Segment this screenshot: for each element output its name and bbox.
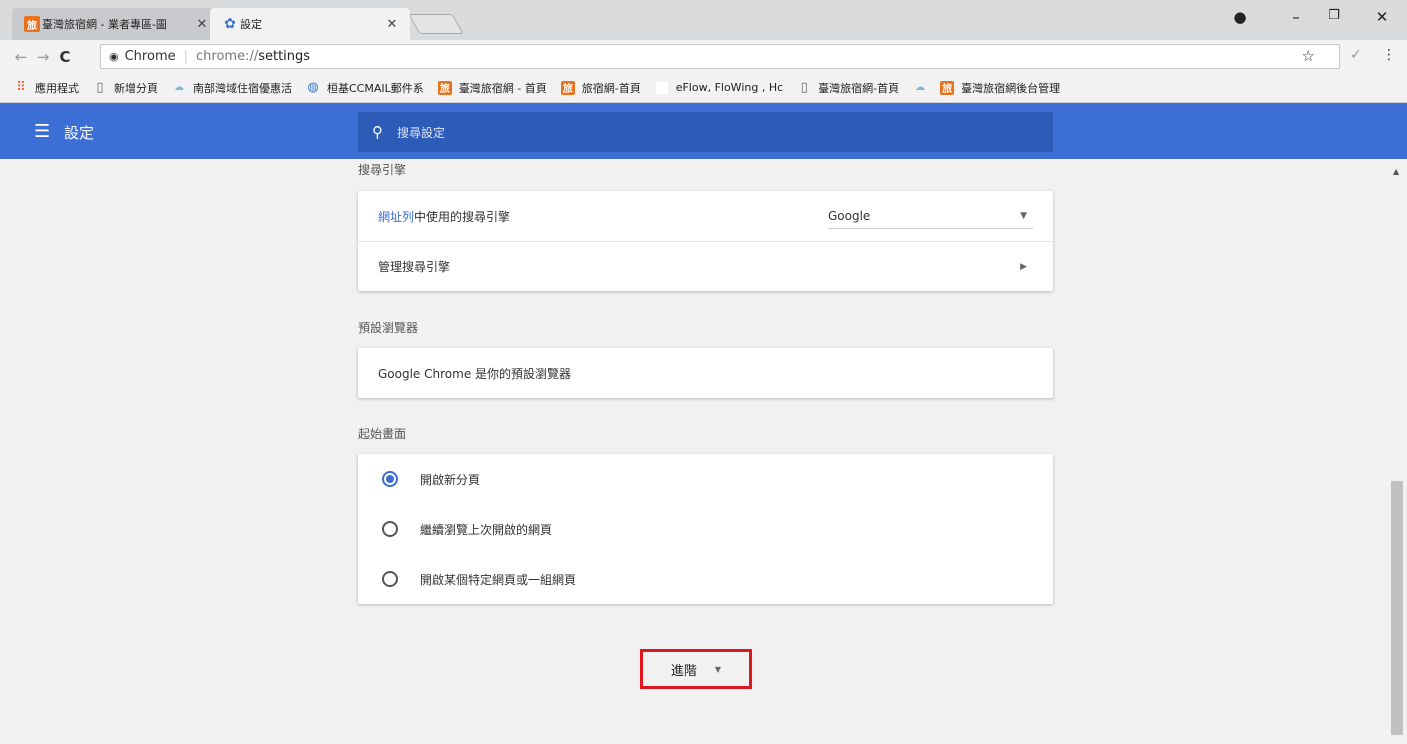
- toolbar: ← → C ◉ Chrome | chrome://settings ☆: [0, 40, 1407, 73]
- reload-button[interactable]: C: [54, 48, 76, 66]
- cloud-icon: ☁: [915, 82, 926, 93]
- scroll-up-arrow-icon[interactable]: ▲: [1393, 167, 1399, 176]
- radio-button[interactable]: [382, 521, 398, 537]
- default-browser-row: Google Chrome 是你的預設瀏覽器: [358, 348, 1053, 398]
- page-icon: ▯: [96, 80, 104, 95]
- search-settings-input[interactable]: ⚲ 搜尋設定: [358, 112, 1053, 152]
- section-title-startup: 起始畫面: [358, 427, 407, 441]
- default-browser-card: Google Chrome 是你的預設瀏覽器: [358, 348, 1053, 398]
- new-tab-button[interactable]: [408, 14, 464, 34]
- startup-option-specific-pages[interactable]: 開啟某個特定網頁或一組網頁: [358, 554, 1053, 604]
- hamburger-menu-icon[interactable]: ☰: [34, 121, 50, 142]
- advanced-label: 進階: [670, 663, 697, 679]
- travel-favicon-icon: 旅: [560, 80, 575, 95]
- search-engine-value: Google: [828, 208, 871, 223]
- tab-travel-site[interactable]: 旅 臺灣旅宿網 - 業者專區-圖 ✕: [12, 8, 220, 40]
- forward-button[interactable]: →: [32, 48, 54, 66]
- bookmark-ccmail[interactable]: ◍ 桓基CCMAIL郵件系: [306, 80, 423, 96]
- search-engine-select[interactable]: Google ▼: [828, 203, 1033, 229]
- radio-button-selected[interactable]: [382, 471, 398, 487]
- radio-button[interactable]: [382, 571, 398, 587]
- manage-search-engines-row[interactable]: 管理搜尋引擎 ▶: [358, 241, 1053, 291]
- bookmark-south-lodging[interactable]: ☁ 南部灣域住宿優惠活: [172, 80, 292, 96]
- cloud-icon: ☁: [174, 82, 184, 93]
- startup-option-label: 繼續瀏覽上次開啟的網頁: [420, 522, 553, 537]
- dropdown-arrow-icon: ▼: [1020, 210, 1027, 221]
- startup-option-new-tab[interactable]: 開啟新分頁: [358, 454, 1053, 504]
- bookmark-lodging-home[interactable]: 旅旅宿網-首頁: [560, 80, 641, 96]
- startup-option-label: 開啟某個特定網頁或一組網頁: [420, 572, 577, 587]
- startup-option-continue[interactable]: 繼續瀏覽上次開啟的網頁: [358, 504, 1053, 554]
- scrollbar-thumb[interactable]: [1391, 481, 1403, 735]
- search-placeholder: 搜尋設定: [397, 125, 446, 140]
- section-title-default-browser: 預設瀏覽器: [358, 321, 419, 335]
- bookmark-new-tab[interactable]: ▯ 新增分頁: [93, 80, 158, 96]
- close-tab-icon[interactable]: ✕: [194, 17, 210, 32]
- advanced-button[interactable]: 進階 ▼: [640, 649, 752, 689]
- page-title: 設定: [64, 124, 95, 142]
- tab-title: 設定: [240, 18, 262, 31]
- bookmark-cloud[interactable]: ☁: [913, 81, 934, 95]
- tab-strip: 旅 臺灣旅宿網 - 業者專區-圖 ✕ ✿ 設定 ✕ ● – ❐ ✕: [0, 0, 1407, 40]
- chrome-logo-icon: ◉: [109, 50, 119, 63]
- bookmark-taiwan-lodging-home-2[interactable]: ▯ 臺灣旅宿網-首頁: [797, 80, 900, 96]
- tab-title: 臺灣旅宿網 - 業者專區-圖: [42, 18, 167, 31]
- restore-button[interactable]: ❐: [1322, 8, 1346, 23]
- globe-icon: ◍: [307, 80, 319, 95]
- chevron-right-icon: ▶: [1020, 261, 1027, 272]
- profile-icon[interactable]: ●: [1228, 8, 1252, 26]
- section-title-search-engine: 搜尋引擎: [358, 163, 407, 177]
- settings-header: ☰ 設定 ⚲ 搜尋設定: [0, 103, 1407, 159]
- menu-kebab-icon[interactable]: ⋮: [1382, 47, 1396, 63]
- close-window-button[interactable]: ✕: [1370, 8, 1394, 26]
- back-button[interactable]: ←: [10, 48, 32, 66]
- omnibox-separator: |: [183, 49, 188, 64]
- travel-favicon-icon: 旅: [437, 80, 452, 95]
- minimize-button[interactable]: –: [1284, 8, 1308, 26]
- close-tab-icon[interactable]: ✕: [384, 17, 400, 32]
- manage-search-engines-label: 管理搜尋引擎: [378, 260, 451, 274]
- bookmark-apps[interactable]: ⠿ 應用程式: [14, 80, 79, 96]
- startup-card: 開啟新分頁 繼續瀏覽上次開啟的網頁 開啟某個特定網頁或一組網頁: [358, 454, 1053, 604]
- page-icon: ▯: [800, 80, 808, 95]
- chevron-down-icon: ▼: [714, 664, 722, 674]
- bookmark-eflow[interactable]: eFlow, FloWing , Hc: [654, 80, 783, 95]
- tab-settings[interactable]: ✿ 設定 ✕: [210, 8, 410, 40]
- bookmark-star-icon[interactable]: ☆: [1302, 47, 1315, 65]
- blank-icon: [654, 80, 669, 95]
- bookmark-taiwan-lodging-home[interactable]: 旅臺灣旅宿網 - 首頁: [437, 80, 547, 96]
- bookmark-lodging-admin[interactable]: 旅臺灣旅宿網後台管理: [940, 80, 1060, 96]
- address-bar-link[interactable]: 網址列: [378, 208, 414, 225]
- bookmarks-bar: ⠿ 應用程式 ▯ 新增分頁 ☁ 南部灣域住宿優惠活 ◍ 桓基CCMAIL郵件系 旅臺灣旅…: [0, 73, 1407, 103]
- default-browser-text: Google Chrome 是你的預設瀏覽器: [378, 366, 572, 381]
- startup-option-label: 開啟新分頁: [420, 472, 481, 487]
- extension-icon[interactable]: ✓: [1350, 47, 1362, 63]
- gear-icon: ✿: [224, 16, 236, 32]
- url-text: chrome://settings: [196, 49, 311, 64]
- search-icon: ⚲: [372, 123, 383, 141]
- omnibox-chip: Chrome: [124, 49, 176, 64]
- apps-grid-icon: ⠿: [16, 80, 26, 95]
- search-engine-row: 網址列 中使用的搜尋引擎 Google ▼: [358, 191, 1053, 241]
- search-engine-card: 網址列 中使用的搜尋引擎 Google ▼ 管理搜尋引擎 ▶: [358, 191, 1053, 291]
- settings-content: 搜尋引擎 網址列 中使用的搜尋引擎 Google ▼ 管理搜尋引擎 ▶ 預設瀏覽…: [0, 159, 1388, 744]
- travel-favicon-icon: 旅: [940, 80, 955, 95]
- search-engine-row-label: 中使用的搜尋引擎: [414, 209, 511, 224]
- travel-favicon-icon: 旅: [24, 16, 40, 32]
- vertical-scrollbar[interactable]: ▲: [1388, 159, 1407, 744]
- address-bar[interactable]: ◉ Chrome | chrome://settings ☆: [100, 44, 1340, 69]
